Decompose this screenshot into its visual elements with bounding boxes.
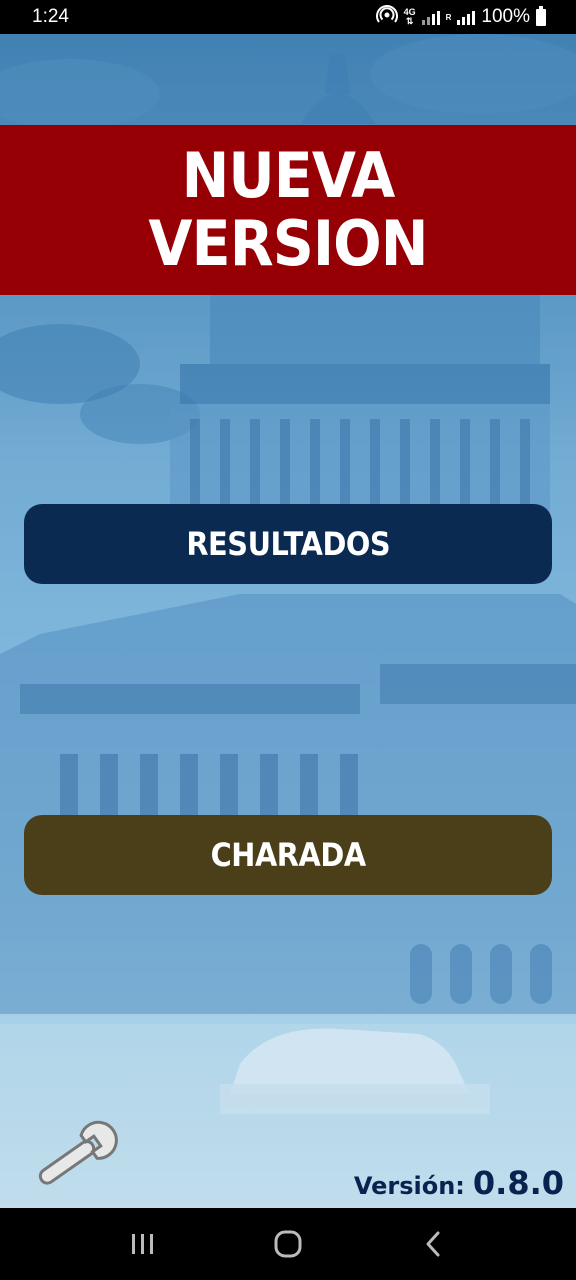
version-label: Versión: bbox=[353, 1172, 465, 1200]
version-info: Versión: 0.8.0 bbox=[354, 1164, 564, 1202]
back-icon[interactable] bbox=[403, 1219, 463, 1269]
signal-icon-2 bbox=[457, 9, 476, 25]
battery-percent: 100% bbox=[481, 6, 530, 27]
version-value: 0.8.0 bbox=[472, 1164, 564, 1202]
new-version-banner: NUEVA VERSION bbox=[0, 125, 576, 295]
home-icon[interactable] bbox=[258, 1219, 318, 1269]
app-screen: 1:24 4G ⇅ R 100% NUEVA VERSION RESULTADO… bbox=[0, 0, 576, 1280]
charada-label: CHARADA bbox=[210, 836, 366, 874]
resultados-label: RESULTADOS bbox=[186, 525, 390, 563]
navigation-bar bbox=[0, 1208, 576, 1280]
main-content: NUEVA VERSION RESULTADOS CHARADA Versión… bbox=[0, 34, 576, 1208]
wrench-icon[interactable] bbox=[26, 1116, 126, 1196]
network-type-icon: 4G ⇅ bbox=[403, 7, 416, 26]
status-icons: 4G ⇅ R 100% bbox=[375, 4, 546, 30]
status-time: 1:24 bbox=[32, 6, 69, 27]
signal-icon bbox=[421, 9, 440, 25]
hotspot-icon bbox=[375, 4, 398, 30]
recents-icon[interactable] bbox=[113, 1219, 173, 1269]
battery-icon bbox=[536, 5, 546, 26]
status-bar: 1:24 4G ⇅ R 100% bbox=[0, 0, 576, 34]
resultados-button[interactable]: RESULTADOS bbox=[24, 504, 552, 584]
charada-button[interactable]: CHARADA bbox=[24, 815, 552, 895]
roaming-icon: R bbox=[446, 13, 452, 22]
roaming-label: R bbox=[445, 12, 452, 22]
banner-title: NUEVA VERSION bbox=[148, 139, 428, 280]
